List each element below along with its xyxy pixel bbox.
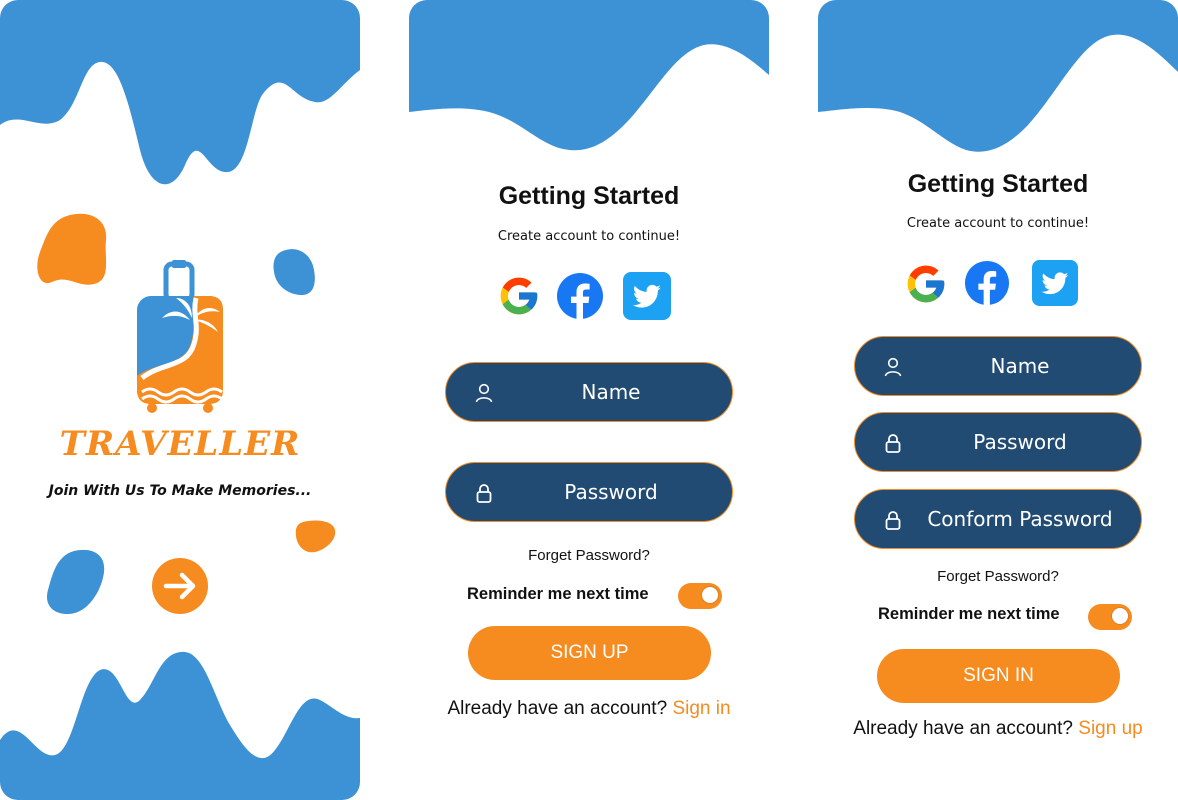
splash-screen: TRAVELLER Join With Us To Make Memories.… [0,0,360,800]
google-icon[interactable] [497,274,541,318]
facebook-icon[interactable] [556,272,604,320]
remember-toggle[interactable] [678,583,722,609]
blue-blob-left-decoration [46,549,105,614]
luggage-palm-icon [137,260,223,413]
brand-title: TRAVELLER [59,424,301,464]
tagline: Join With Us To Make Memories... [48,483,312,499]
twitter-icon[interactable] [623,272,671,320]
password-field-label: Password [564,480,658,504]
page-subtitle: Create account to continue! [906,216,1090,231]
arrow-right-icon [163,572,196,600]
google-icon[interactable] [904,262,948,306]
top-wave-decoration [409,0,769,151]
sign-up-link[interactable]: Sign up [1078,718,1142,739]
orange-blob-decoration [37,213,107,285]
bottom-wave-decoration [0,651,360,800]
confirm-password-field[interactable]: Conform Password [854,489,1142,549]
remember-label: Reminder me next time [467,585,649,603]
remember-toggle[interactable] [1088,604,1132,630]
switch-auth-line: Already have an account? Sign up [818,718,1178,740]
signup-screen: Getting Started Create account to contin… [409,0,769,800]
blue-blob-decoration [273,249,315,296]
page-subtitle: Create account to continue! [497,229,681,244]
name-field-label: Name [581,380,641,404]
switch-prompt: Already have an account? [447,698,668,719]
sign-up-button[interactable]: SIGN UP [468,626,711,680]
page-title: Getting Started [498,182,680,210]
password-field[interactable]: Password [854,412,1142,472]
top-wave-decoration [818,0,1178,152]
name-field-label: Name [990,354,1050,378]
name-field[interactable]: Name [854,336,1142,396]
orange-small-blob-decoration [295,520,336,553]
next-button[interactable] [152,558,208,614]
confirm-password-field-label: Conform Password [927,507,1113,531]
toggle-knob [1111,607,1129,625]
twitter-icon[interactable] [1032,260,1078,306]
forgot-password-link[interactable]: Forget Password? [409,547,769,564]
sign-in-link[interactable]: Sign in [672,698,730,719]
switch-auth-line: Already have an account? Sign in [409,698,769,720]
forgot-password-link[interactable]: Forget Password? [818,568,1178,585]
sign-in-button[interactable]: SIGN IN [877,649,1120,703]
switch-prompt: Already have an account? [853,718,1073,739]
password-field-label: Password [973,430,1067,454]
remember-label: Reminder me next time [878,605,1060,623]
signin-screen: Getting Started Create account to contin… [818,0,1178,800]
name-field[interactable]: Name [445,362,733,422]
toggle-knob [701,586,719,604]
facebook-icon[interactable] [964,260,1010,306]
page-title: Getting Started [907,170,1089,198]
password-field[interactable]: Password [445,462,733,522]
top-wave-decoration [0,0,360,185]
